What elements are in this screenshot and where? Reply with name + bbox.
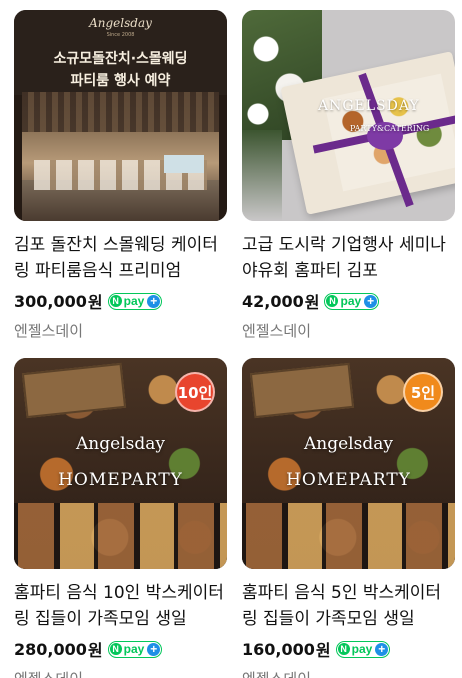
banner-subheadline: 파티룸 행사 예약: [70, 73, 171, 89]
npay-badge: N pay +: [324, 292, 380, 310]
npay-n-icon: N: [326, 295, 339, 307]
npay-badge: N pay +: [107, 292, 163, 310]
brand-subtext: Since 2008: [106, 32, 135, 38]
npay-label: pay: [340, 294, 362, 308]
product-card[interactable]: Angelsday HOMEPARTY 5인 홈파티 음식 5인 박스케이터링 …: [242, 358, 455, 678]
product-grid: Angelsday Since 2008 소규모돌잔치·스몰웨딩 파티룸 행사 …: [0, 0, 462, 678]
seller-name[interactable]: 엔젤스데이: [242, 668, 455, 678]
image-subtext: PARTY&CATERING: [350, 124, 430, 133]
product-price: 42,000: [242, 291, 304, 311]
product-price: 300,000: [14, 291, 87, 311]
seller-name[interactable]: 엔젤스데이: [242, 320, 455, 341]
npay-n-icon: N: [109, 295, 122, 307]
seller-name[interactable]: 엔젤스데이: [14, 320, 227, 341]
product-image[interactable]: Angelsday HOMEPARTY 5인: [242, 358, 455, 569]
npay-plus-icon: +: [364, 294, 378, 308]
banner-headline: 소규모돌잔치·스몰웨딩: [53, 51, 188, 67]
image-brand-text: ANGELSDAY: [318, 98, 420, 114]
product-title[interactable]: 홈파티 음식 10인 박스케이터링 집들이 가족모임 생일: [14, 580, 227, 632]
npay-n-icon: N: [109, 643, 122, 655]
hall-ceiling: [22, 92, 219, 132]
npay-label: pay: [123, 642, 145, 656]
product-card[interactable]: ANGELSDAY PARTY&CATERING 고급 도시락 기업행사 세미나…: [242, 10, 455, 341]
food-trays: [14, 503, 227, 569]
product-image[interactable]: ANGELSDAY PARTY&CATERING: [242, 10, 455, 221]
product-price: 160,000: [242, 639, 315, 659]
npay-plus-icon: +: [147, 294, 161, 308]
product-image[interactable]: Angelsday Since 2008 소규모돌잔치·스몰웨딩 파티룸 행사 …: [14, 10, 227, 221]
currency-unit: 원: [87, 293, 103, 312]
npay-badge: N pay +: [335, 640, 391, 658]
currency-unit: 원: [315, 641, 331, 660]
price-row: 42,000 원 N pay +: [242, 289, 455, 313]
npay-plus-icon: +: [375, 642, 389, 656]
serving-size-badge: 5인: [403, 372, 443, 412]
npay-label: pay: [351, 642, 373, 656]
seller-name[interactable]: 엔젤스데이: [14, 668, 227, 678]
image-subtext: HOMEPARTY: [58, 470, 183, 490]
image-subtext: HOMEPARTY: [286, 470, 411, 490]
currency-unit: 원: [87, 641, 103, 660]
npay-badge: N pay +: [107, 640, 163, 658]
product-card[interactable]: Angelsday HOMEPARTY 10인 홈파티 음식 10인 박스케이터…: [14, 358, 227, 678]
product-title[interactable]: 고급 도시락 기업행사 세미나 야유회 홈파티 김포: [242, 232, 455, 284]
currency-unit: 원: [304, 293, 320, 312]
product-title[interactable]: 홈파티 음식 5인 박스케이터링 집들이 가족모임 생일: [242, 580, 455, 632]
hall-window: [164, 155, 204, 173]
brand-logo: Angelsday: [89, 16, 152, 30]
npay-n-icon: N: [337, 643, 350, 655]
product-image[interactable]: Angelsday HOMEPARTY 10인: [14, 358, 227, 569]
image-brand-text: Angelsday: [76, 434, 165, 454]
product-card[interactable]: Angelsday Since 2008 소규모돌잔치·스몰웨딩 파티룸 행사 …: [14, 10, 227, 341]
image-brand-text: Angelsday: [304, 434, 393, 454]
product-price: 280,000: [14, 639, 87, 659]
npay-plus-icon: +: [147, 642, 161, 656]
food-trays: [242, 503, 455, 569]
npay-label: pay: [123, 294, 145, 308]
flower-decoration: [242, 130, 282, 221]
price-row: 280,000 원 N pay +: [14, 637, 227, 661]
serving-size-badge: 10인: [175, 372, 215, 412]
product-title[interactable]: 김포 돌잔치 스몰웨딩 케이터링 파티룸음식 프리미엄: [14, 232, 227, 284]
price-row: 160,000 원 N pay +: [242, 637, 455, 661]
price-row: 300,000 원 N pay +: [14, 289, 227, 313]
